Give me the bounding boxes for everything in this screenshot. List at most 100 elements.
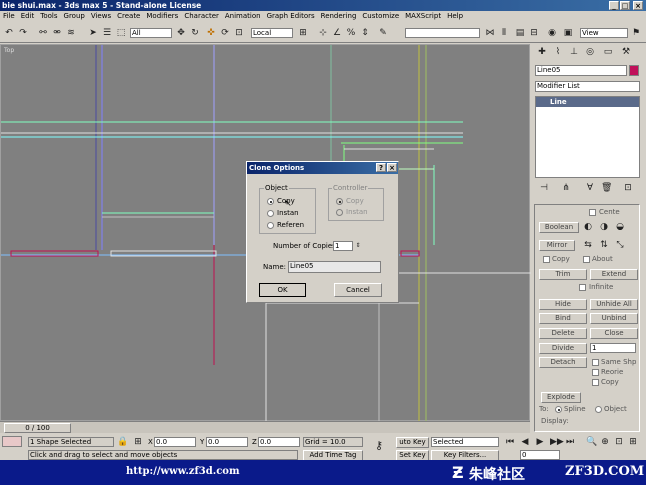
zoom-extents-all-icon[interactable]: ⊞ xyxy=(628,437,638,447)
minimize-button[interactable]: _ xyxy=(609,1,619,10)
selection-filter-dropdown[interactable]: All xyxy=(130,28,172,38)
undo-icon[interactable]: ↶ xyxy=(4,28,14,38)
named-selection-sets-dropdown[interactable] xyxy=(405,28,480,38)
quick-render-icon[interactable]: ⚑ xyxy=(631,28,641,38)
utilities-tab-icon[interactable]: ⚒ xyxy=(621,47,631,57)
render-scene-icon[interactable]: ▣ xyxy=(563,28,573,38)
clone-instance-radio[interactable] xyxy=(267,210,274,217)
controller-copy-radio[interactable] xyxy=(336,198,343,205)
menu-views[interactable]: Views xyxy=(88,11,114,22)
menu-tools[interactable]: Tools xyxy=(37,11,60,22)
time-slider-thumb[interactable]: 0 / 100 xyxy=(4,423,71,433)
go-to-start-icon[interactable]: ⏮ xyxy=(505,437,515,447)
previous-frame-icon[interactable]: ◀ xyxy=(520,437,530,447)
bind-space-warp-icon[interactable]: ≋ xyxy=(66,28,76,38)
ok-button[interactable]: OK xyxy=(259,283,306,297)
rotate-icon[interactable]: ⟳ xyxy=(220,28,230,38)
material-editor-icon[interactable]: ◉ xyxy=(547,28,557,38)
boolean-button[interactable]: Boolean xyxy=(539,222,579,233)
union-icon[interactable]: ◐ xyxy=(583,222,593,232)
motion-tab-icon[interactable]: ◎ xyxy=(585,47,595,57)
track-view-icon[interactable]: ▤ xyxy=(515,28,525,38)
clone-reference-radio[interactable] xyxy=(267,222,274,229)
reference-coordinate-dropdown[interactable]: Local xyxy=(251,28,293,38)
snap-icon[interactable]: ⊹ xyxy=(318,28,328,38)
bind-button[interactable]: Bind xyxy=(539,313,587,324)
menu-edit[interactable]: Edit xyxy=(18,11,38,22)
infinite-bounds-checkbox[interactable] xyxy=(579,284,586,291)
play-icon[interactable]: ▶ xyxy=(535,437,545,447)
modify-tab-icon[interactable]: ⌇ xyxy=(553,47,563,57)
same-shape-checkbox[interactable] xyxy=(592,359,599,366)
center-checkbox[interactable] xyxy=(589,209,596,216)
menu-graph-editors[interactable]: Graph Editors xyxy=(264,11,318,22)
absolute-mode-icon[interactable]: ⊞ xyxy=(133,437,143,447)
detach-copy-checkbox[interactable] xyxy=(592,379,599,386)
zoom-icon[interactable]: 🔍 xyxy=(586,437,597,447)
menu-rendering[interactable]: Rendering xyxy=(318,11,360,22)
create-tab-icon[interactable]: ✚ xyxy=(537,47,547,57)
clone-name-field[interactable]: Line05 xyxy=(288,261,381,273)
menu-maxscript[interactable]: MAXScript xyxy=(402,11,444,22)
mirror-icon[interactable]: ⋈ xyxy=(485,28,495,38)
auto-key-button[interactable]: uto Key xyxy=(396,437,429,448)
unlink-icon[interactable]: ⚮ xyxy=(52,28,62,38)
selection-lock-icon[interactable]: 🔒 xyxy=(117,437,128,447)
menu-customize[interactable]: Customize xyxy=(359,11,402,22)
y-coordinate-field[interactable]: 0.0 xyxy=(206,437,248,447)
menu-animation[interactable]: Animation xyxy=(222,11,264,22)
explode-object-radio[interactable] xyxy=(595,406,602,413)
redo-icon[interactable]: ↷ xyxy=(18,28,28,38)
hide-button[interactable]: Hide xyxy=(539,299,587,310)
close-spline-button[interactable]: Close xyxy=(590,328,638,339)
explode-button[interactable]: Explode xyxy=(541,392,581,403)
remove-modifier-icon[interactable]: 🗑 xyxy=(601,183,612,193)
display-tab-icon[interactable]: ▭ xyxy=(603,47,613,57)
render-type-dropdown[interactable]: View xyxy=(580,28,628,38)
menu-modifiers[interactable]: Modifiers xyxy=(143,11,181,22)
intersection-icon[interactable]: ◒ xyxy=(615,222,625,232)
scale-icon[interactable]: ⊡ xyxy=(234,28,244,38)
mirror-button[interactable]: Mirror xyxy=(539,240,575,251)
time-slider-track[interactable]: 0 / 100 xyxy=(0,421,530,433)
spinner-arrows-icon[interactable]: ⇕ xyxy=(354,241,362,251)
dialog-close-button[interactable]: × xyxy=(387,163,397,172)
detach-button[interactable]: Detach xyxy=(539,357,587,368)
menu-group[interactable]: Group xyxy=(61,11,88,22)
selection-region-icon[interactable]: ⬚ xyxy=(116,28,126,38)
controller-instance-radio[interactable] xyxy=(336,209,343,216)
key-mode-dropdown[interactable]: Selected xyxy=(431,437,499,447)
select-link-icon[interactable]: ⚯ xyxy=(38,28,48,38)
dialog-help-button[interactable]: ? xyxy=(376,163,386,172)
make-unique-icon[interactable]: ∀ xyxy=(585,183,595,193)
move-icon[interactable]: ✜ xyxy=(206,28,216,38)
close-button[interactable]: × xyxy=(633,1,643,10)
next-frame-icon[interactable]: ▶▶ xyxy=(550,437,564,447)
modifier-list-dropdown[interactable]: Modifier List xyxy=(535,81,640,92)
max-listener-pane[interactable] xyxy=(2,436,22,447)
show-end-result-icon[interactable]: ⋔ xyxy=(561,183,571,193)
number-of-copies-spinner[interactable]: 1 xyxy=(333,241,353,251)
percent-snap-icon[interactable]: % xyxy=(346,28,356,38)
subtraction-icon[interactable]: ◑ xyxy=(599,222,609,232)
select-and-rotate-icon[interactable]: ↻ xyxy=(190,28,200,38)
object-name-field[interactable]: Line05 xyxy=(535,65,627,76)
select-by-name-icon[interactable]: ☰ xyxy=(102,28,112,38)
pivot-center-icon[interactable]: ⊞ xyxy=(298,28,308,38)
unbind-button[interactable]: Unbind xyxy=(590,313,638,324)
object-color-swatch[interactable] xyxy=(629,65,639,76)
zoom-all-icon[interactable]: ⊕ xyxy=(600,437,610,447)
clone-copy-radio[interactable] xyxy=(267,198,274,205)
delete-button[interactable]: Delete xyxy=(539,328,587,339)
unhide-all-button[interactable]: Unhide All xyxy=(590,299,638,310)
angle-snap-icon[interactable]: ∠ xyxy=(332,28,342,38)
z-coordinate-field[interactable]: 0.0 xyxy=(258,437,300,447)
hierarchy-tab-icon[interactable]: ⊥ xyxy=(569,47,579,57)
extend-button[interactable]: Extend xyxy=(590,269,638,280)
reorient-checkbox[interactable] xyxy=(592,369,599,376)
pin-stack-icon[interactable]: ⊣ xyxy=(539,183,549,193)
align-icon[interactable]: ⫴ xyxy=(499,28,509,38)
menu-create[interactable]: Create xyxy=(114,11,143,22)
modifier-stack-item[interactable]: Line xyxy=(536,97,639,107)
spinner-snap-icon[interactable]: ⇕ xyxy=(360,28,370,38)
